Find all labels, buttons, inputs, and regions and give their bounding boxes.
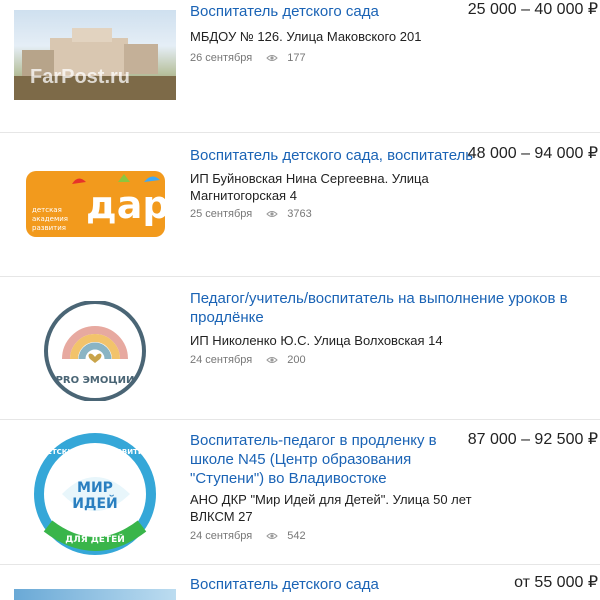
- listing-logo[interactable]: дар детская академия развития: [14, 160, 176, 250]
- listing-price: 87 000 – 92 500 ₽: [467, 431, 598, 448]
- listing-date: 24 сентября: [190, 354, 253, 366]
- title-line: Педагог/учитель/воспитатель на выполнени…: [190, 290, 568, 307]
- listing-list: FarPost.ru Воспитатель детского сада 25 …: [0, 0, 600, 600]
- listing-date: 24 сентября: [190, 530, 253, 542]
- eye-icon: [266, 210, 278, 218]
- title-line: продлёнке: [190, 309, 264, 326]
- company-line: Магнитогорская 4: [190, 188, 297, 203]
- listing-title[interactable]: Воспитатель детского сада, воспитатель: [190, 146, 473, 165]
- listing-title[interactable]: Педагог/учитель/воспитатель на выполнени…: [190, 289, 568, 327]
- title-line: школе N45 (Центр образования: [190, 451, 412, 468]
- logo-text: дар: [86, 183, 170, 227]
- listing-company: ИП Николенко Ю.С. Улица Волховская 14: [190, 333, 443, 348]
- listing-views: 542: [287, 530, 306, 542]
- listing-photo[interactable]: [14, 589, 176, 600]
- listing-meta: 25 сентября 3763: [190, 208, 312, 220]
- listing-date: 25 сентября: [190, 208, 253, 220]
- list-item: Воспитатель детского сада от 55 000 ₽: [0, 565, 600, 600]
- eye-icon: [266, 356, 278, 364]
- listing-views: 200: [287, 354, 306, 366]
- listing-logo[interactable]: ДЕТСКИЙ КЛУБ РАЗВИТИЯ МИР ИДЕЙ ДЛЯ ДЕТЕЙ: [14, 432, 176, 556]
- logo-text: МИР: [77, 480, 113, 496]
- listing-price: от 55 000 ₽: [514, 574, 598, 591]
- listing-title[interactable]: Воспитатель-педагог в продленку в школе …: [190, 431, 437, 488]
- listing-price: 48 000 – 94 000 ₽: [467, 145, 598, 162]
- eye-icon: [266, 54, 278, 62]
- list-item: дар детская академия развития Воспитател…: [0, 133, 600, 277]
- listing-meta: 26 сентября 177: [190, 52, 306, 64]
- company-line: ИП Буйновская Нина Сергеевна. Улица: [190, 171, 429, 186]
- watermark: FarPost.ru: [30, 66, 131, 88]
- eye-icon: [266, 532, 278, 540]
- listing-company: МБДОУ № 126. Улица Маковского 201: [190, 29, 422, 44]
- listing-company: АНО ДКР "Мир Идей для Детей". Улица 50 л…: [190, 491, 472, 525]
- list-item: ДЕТСКИЙ КЛУБ РАЗВИТИЯ МИР ИДЕЙ ДЛЯ ДЕТЕЙ…: [0, 420, 600, 565]
- listing-views: 3763: [287, 208, 312, 220]
- listing-title[interactable]: Воспитатель детского сада: [190, 575, 379, 594]
- listing-meta: 24 сентября 542: [190, 530, 306, 542]
- listing-photo[interactable]: FarPost.ru: [14, 10, 176, 100]
- listing-meta: 24 сентября 200: [190, 354, 306, 366]
- logo-text: ДЕТСКИЙ КЛУБ РАЗВИТИЯ: [41, 447, 149, 456]
- listing-views: 177: [287, 52, 306, 64]
- logo-sub: детская: [32, 206, 62, 214]
- company-line: ВЛКСМ 27: [190, 509, 253, 524]
- logo-sub: академия: [32, 215, 68, 223]
- list-item: FarPost.ru Воспитатель детского сада 25 …: [0, 0, 600, 133]
- listing-price: 25 000 – 40 000 ₽: [467, 1, 598, 18]
- logo-sub: развития: [32, 224, 66, 232]
- listing-company: ИП Буйновская Нина Сергеевна. Улица Магн…: [190, 170, 429, 204]
- listing-date: 26 сентября: [190, 52, 253, 64]
- title-line: "Ступени") во Владивостоке: [190, 470, 387, 487]
- listing-logo[interactable]: PRO ЭМОЦИИ: [14, 301, 176, 401]
- list-item: PRO ЭМОЦИИ Педагог/учитель/воспитатель н…: [0, 277, 600, 420]
- listing-title[interactable]: Воспитатель детского сада: [190, 2, 379, 21]
- company-line: АНО ДКР "Мир Идей для Детей". Улица 50 л…: [190, 492, 472, 507]
- logo-text: ИДЕЙ: [72, 495, 117, 512]
- logo-text: ДЛЯ ДЕТЕЙ: [65, 533, 125, 545]
- logo-text: PRO ЭМОЦИИ: [56, 375, 135, 386]
- title-line: Воспитатель-педагог в продленку в: [190, 432, 437, 449]
